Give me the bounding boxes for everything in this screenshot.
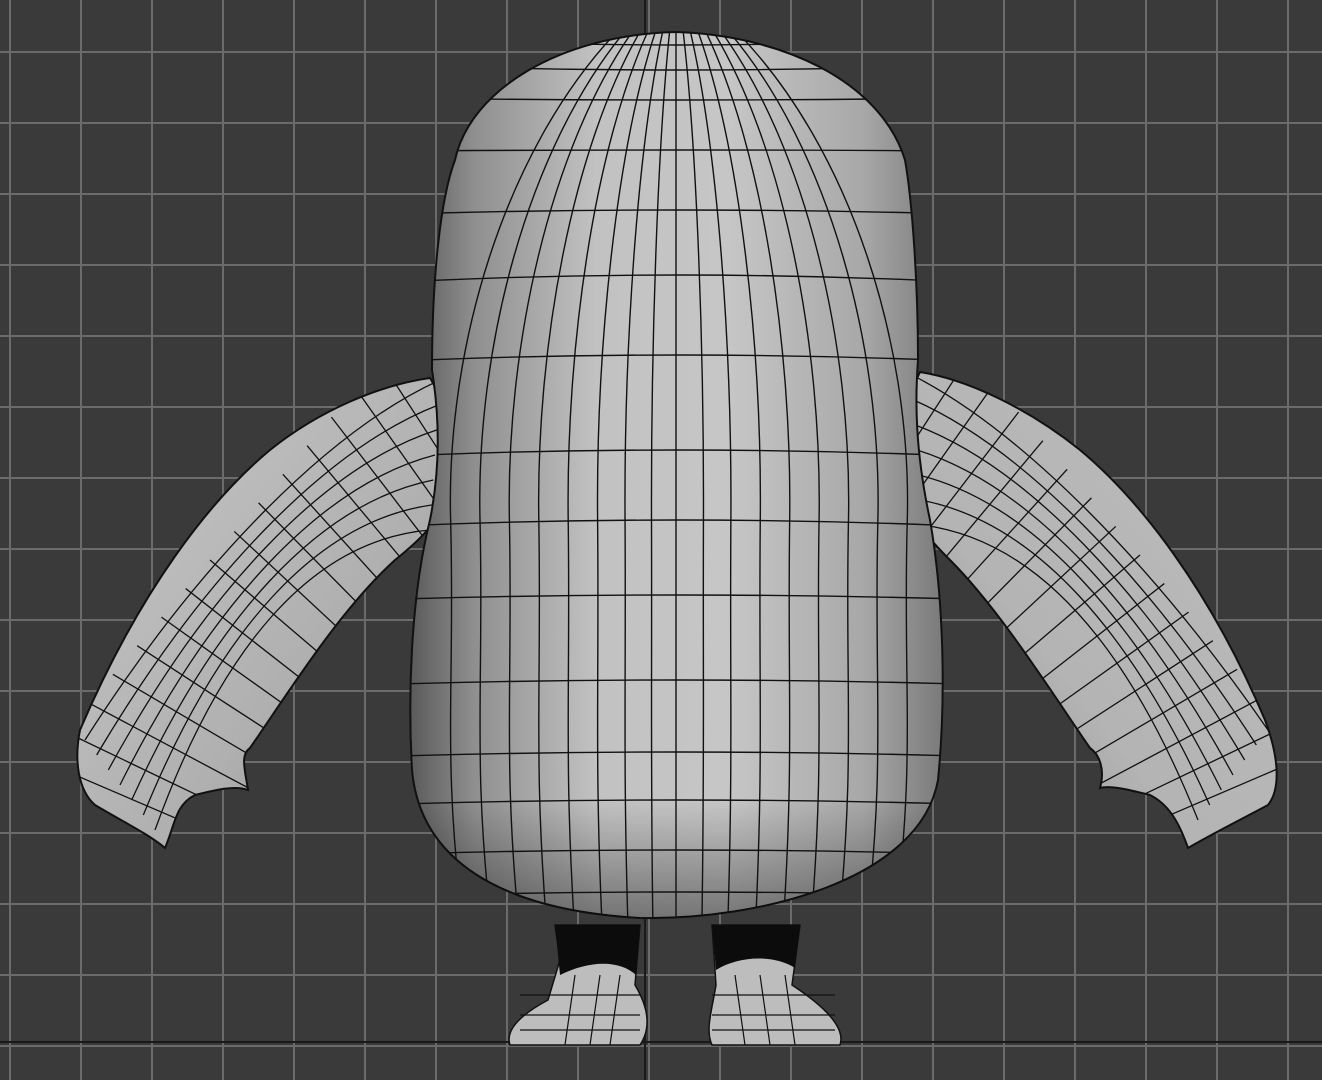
- viewport-canvas[interactable]: [0, 0, 1322, 1080]
- front-viewport[interactable]: [0, 0, 1322, 1080]
- body-mesh[interactable]: [400, 30, 960, 930]
